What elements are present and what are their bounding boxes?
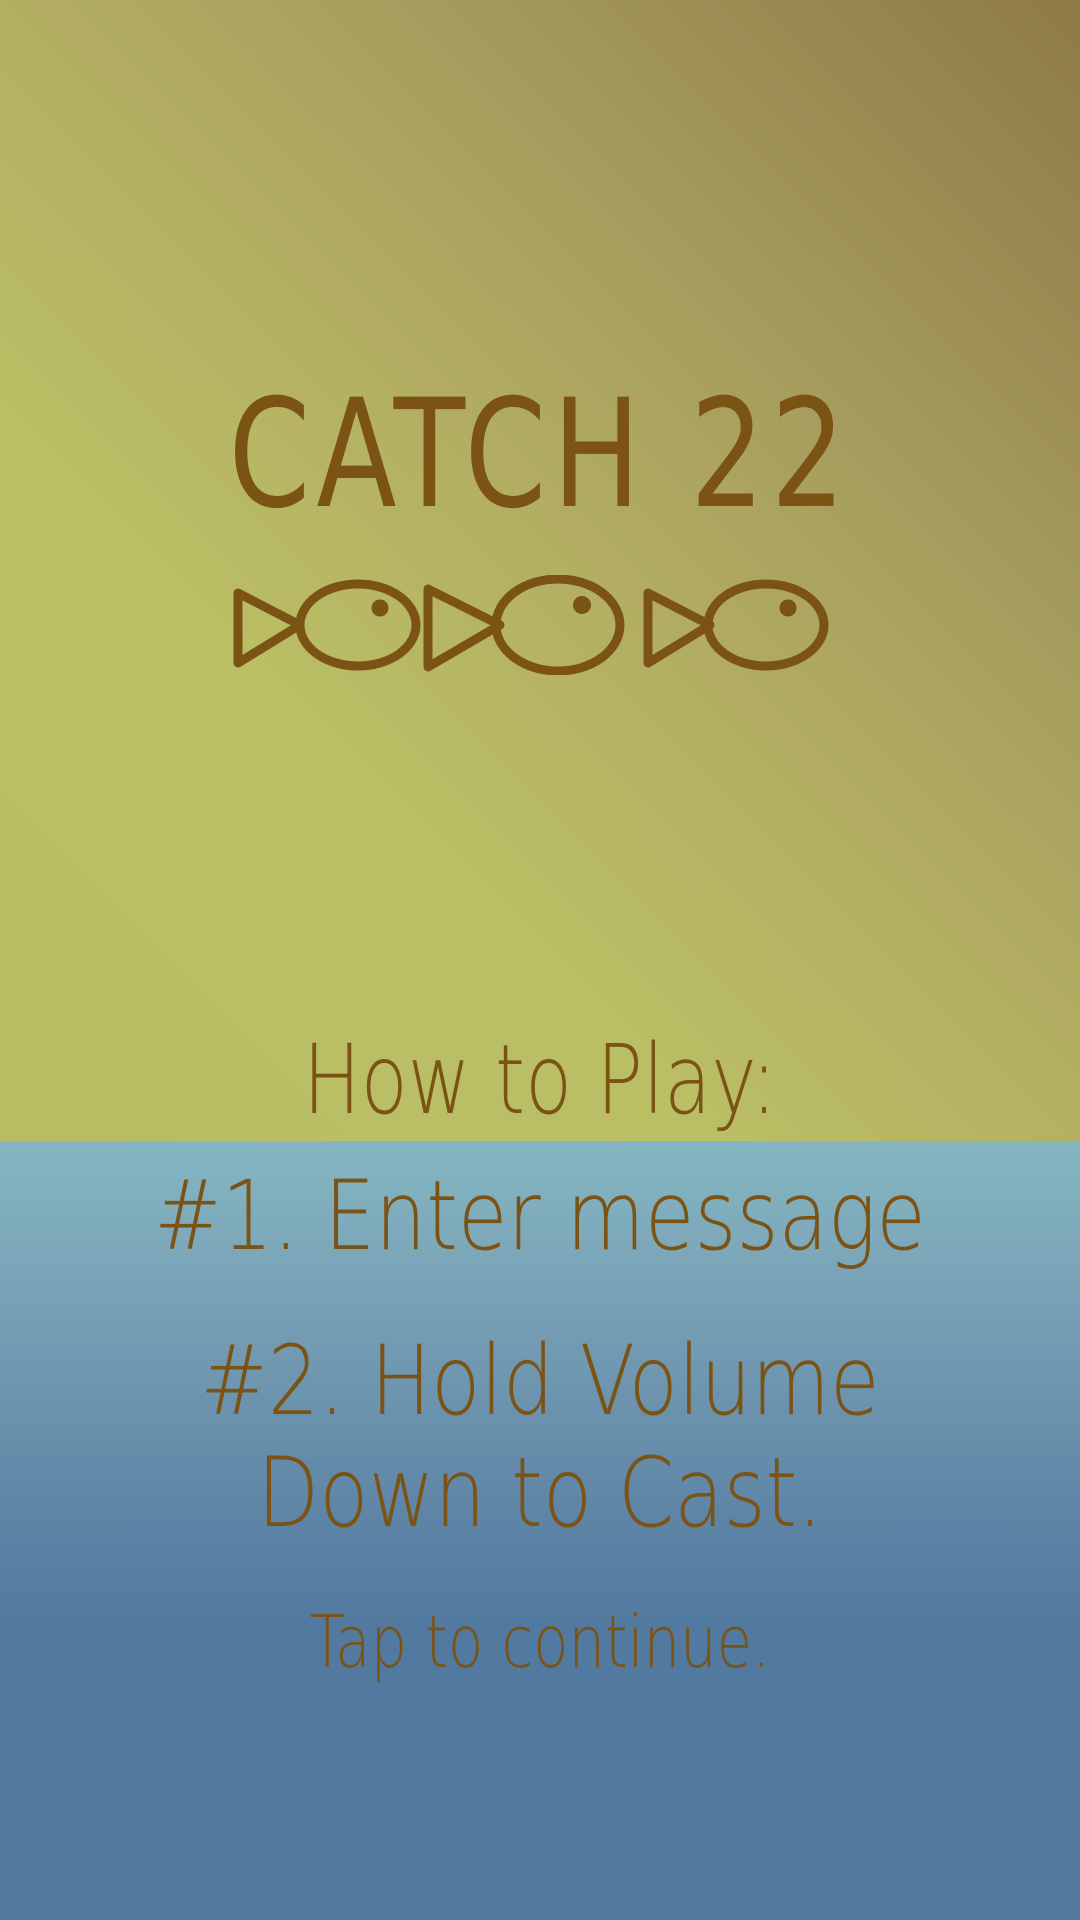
- tap-to-continue-prompt[interactable]: Tap to continue.: [108, 1600, 972, 1684]
- how-to-play-heading: How to Play:: [303, 1024, 777, 1136]
- instruction-step-2: #2. Hold Volume Down to Cast.: [200, 1325, 880, 1549]
- game-screen[interactable]: { "title": "CATCH 22", "instructions": {…: [0, 0, 1080, 1920]
- sky-background: [0, 0, 1080, 1141]
- fish-icon: [643, 579, 829, 671]
- game-title: CATCH 22: [228, 368, 852, 542]
- fish-logo: [233, 575, 829, 675]
- fish-icon: [233, 579, 421, 671]
- fish-icon: [423, 575, 625, 675]
- instruction-step-1: #1. Enter message: [154, 1160, 926, 1272]
